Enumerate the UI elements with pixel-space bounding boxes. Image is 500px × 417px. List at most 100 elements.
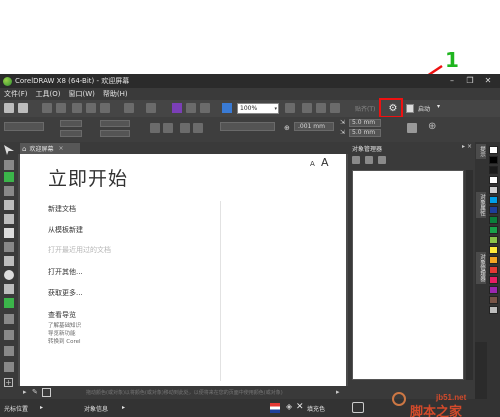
decrease-font-button[interactable]: A <box>310 160 315 168</box>
width-input[interactable] <box>100 120 130 127</box>
palette-swatch[interactable] <box>489 146 498 154</box>
landscape-icon[interactable] <box>163 123 173 133</box>
menu-help[interactable]: 帮助(H) <box>103 89 128 99</box>
copy-icon[interactable] <box>86 103 96 113</box>
export-icon[interactable] <box>200 103 210 113</box>
page-width-field[interactable] <box>60 120 82 127</box>
object-info-arrow-icon[interactable]: ▸ <box>122 404 125 411</box>
palette-swatch[interactable] <box>489 216 498 224</box>
shape-tool-icon[interactable] <box>4 160 14 170</box>
freehand-tool-icon[interactable] <box>4 214 14 224</box>
new-from-template-link[interactable]: 从模板新建 <box>48 225 83 235</box>
page-size-field[interactable] <box>4 122 44 131</box>
application-launcher-icon[interactable] <box>406 104 414 113</box>
palette-swatch[interactable] <box>489 226 498 234</box>
zoom-tool-icon[interactable] <box>4 200 14 210</box>
menu-tools[interactable]: 工具(O) <box>36 89 61 99</box>
object-list-panel[interactable] <box>352 170 464 380</box>
outline-pen-icon[interactable] <box>352 402 364 413</box>
add-icon[interactable]: ⊕ <box>428 121 436 132</box>
palette-swatch[interactable] <box>489 176 498 184</box>
palette-swatch[interactable] <box>489 166 498 174</box>
increase-font-button[interactable]: A <box>321 156 329 169</box>
zoom-level-field[interactable]: 100% ▾ <box>237 103 279 114</box>
play-tool-icon[interactable] <box>4 172 14 182</box>
redo-icon[interactable] <box>146 103 156 113</box>
close-button[interactable]: ✕ <box>480 75 496 86</box>
current-page-icon[interactable] <box>193 123 203 133</box>
new-document-link[interactable]: 新建文档 <box>48 204 76 214</box>
palette-swatch[interactable] <box>489 276 498 284</box>
duplicate-x-field[interactable]: 5.0 mm <box>349 119 381 127</box>
palette-swatch[interactable] <box>489 196 498 204</box>
page-prev-icon[interactable]: ▸ <box>23 388 27 396</box>
treat-as-filled-icon[interactable] <box>407 123 417 133</box>
duplicate-y-field[interactable]: 5.0 mm <box>349 129 381 137</box>
snap-to-dropdown[interactable]: 贴齐(T) <box>355 104 375 113</box>
paste-icon[interactable] <box>100 103 110 113</box>
eyedropper-tool-icon[interactable] <box>4 362 14 372</box>
smart-drawing-tool-icon[interactable] <box>4 256 14 266</box>
layer-properties-icon[interactable] <box>352 156 360 164</box>
ellipse-tool-icon[interactable] <box>4 270 14 280</box>
launch-label[interactable]: 启动 <box>418 104 430 113</box>
show-rulers-icon[interactable] <box>302 103 312 113</box>
palette-swatch[interactable] <box>489 206 498 214</box>
full-screen-icon[interactable] <box>285 103 295 113</box>
palette-swatch[interactable] <box>489 236 498 244</box>
palette-swatch[interactable] <box>489 156 498 164</box>
save-icon[interactable] <box>42 103 52 113</box>
star-tool-icon[interactable] <box>4 228 14 238</box>
print-icon[interactable] <box>56 103 66 113</box>
get-more-link[interactable]: 获取更多... <box>48 288 83 298</box>
docker-scrollbar[interactable] <box>466 170 473 380</box>
minimize-button[interactable]: – <box>444 75 460 86</box>
height-input[interactable] <box>100 130 130 137</box>
all-pages-icon[interactable] <box>180 123 190 133</box>
pick-tool-icon[interactable] <box>4 145 14 155</box>
open-other-link[interactable]: 打开其他... <box>48 267 83 277</box>
new-document-icon[interactable] <box>4 103 14 113</box>
cursor-position-arrow-icon[interactable]: ▸ <box>40 404 43 411</box>
palette-swatch[interactable] <box>489 296 498 304</box>
menu-window[interactable]: 窗口(W) <box>68 89 94 99</box>
side-tab-object-properties[interactable]: 对象属性 <box>476 192 486 218</box>
learn-basics-link[interactable]: 了解基础知识 <box>48 321 81 329</box>
polygon-tool-icon[interactable] <box>4 284 14 294</box>
search-content-icon[interactable] <box>172 103 182 113</box>
tab-welcome-screen[interactable]: ⌂ 欢迎屏幕 × <box>20 143 80 154</box>
zoom-dropdown-icon[interactable]: ▾ <box>274 105 277 114</box>
side-tab-object-manager[interactable]: 对象管理器 <box>476 252 486 284</box>
nudge-distance-field[interactable]: .001 mm <box>294 122 334 131</box>
import-icon[interactable] <box>186 103 196 113</box>
units-dropdown[interactable] <box>220 122 275 131</box>
show-guidelines-icon[interactable] <box>330 103 340 113</box>
palette-swatch[interactable] <box>489 246 498 254</box>
palette-swatch[interactable] <box>489 266 498 274</box>
palette-menu-icon[interactable]: ▸ <box>336 388 340 396</box>
document-color-icon[interactable] <box>270 403 280 413</box>
side-tab-hints[interactable]: 提示 <box>476 144 486 159</box>
show-grid-icon[interactable] <box>316 103 326 113</box>
switch-to-corel-link[interactable]: 转换到 Corel <box>48 337 81 345</box>
restore-button[interactable]: ❐ <box>462 75 478 86</box>
tab-close-icon[interactable]: × <box>58 145 63 152</box>
launch-dropdown-icon[interactable]: ▾ <box>437 103 440 110</box>
undo-icon[interactable] <box>124 103 134 113</box>
cut-icon[interactable] <box>72 103 82 113</box>
interactive-fill-tool-icon[interactable] <box>4 346 14 356</box>
show-object-properties-icon[interactable] <box>365 156 373 164</box>
docker-controls[interactable]: ▸ × <box>462 143 472 150</box>
parallel-dimension-tool-icon[interactable] <box>4 330 14 340</box>
palette-swatch[interactable] <box>489 256 498 264</box>
palette-swatch[interactable] <box>489 186 498 194</box>
add-tool-icon[interactable]: + <box>4 378 13 387</box>
publish-pdf-icon[interactable] <box>222 103 232 113</box>
no-color-swatch-icon[interactable] <box>42 388 51 397</box>
tour-new-features-link[interactable]: 导览新功能 <box>48 329 76 337</box>
portrait-icon[interactable] <box>150 123 160 133</box>
view-tour-link[interactable]: 查看导览 <box>48 310 76 320</box>
page-height-field[interactable] <box>60 130 82 137</box>
menu-file[interactable]: 文件(F) <box>4 89 28 99</box>
text-tool-icon[interactable] <box>4 314 14 324</box>
